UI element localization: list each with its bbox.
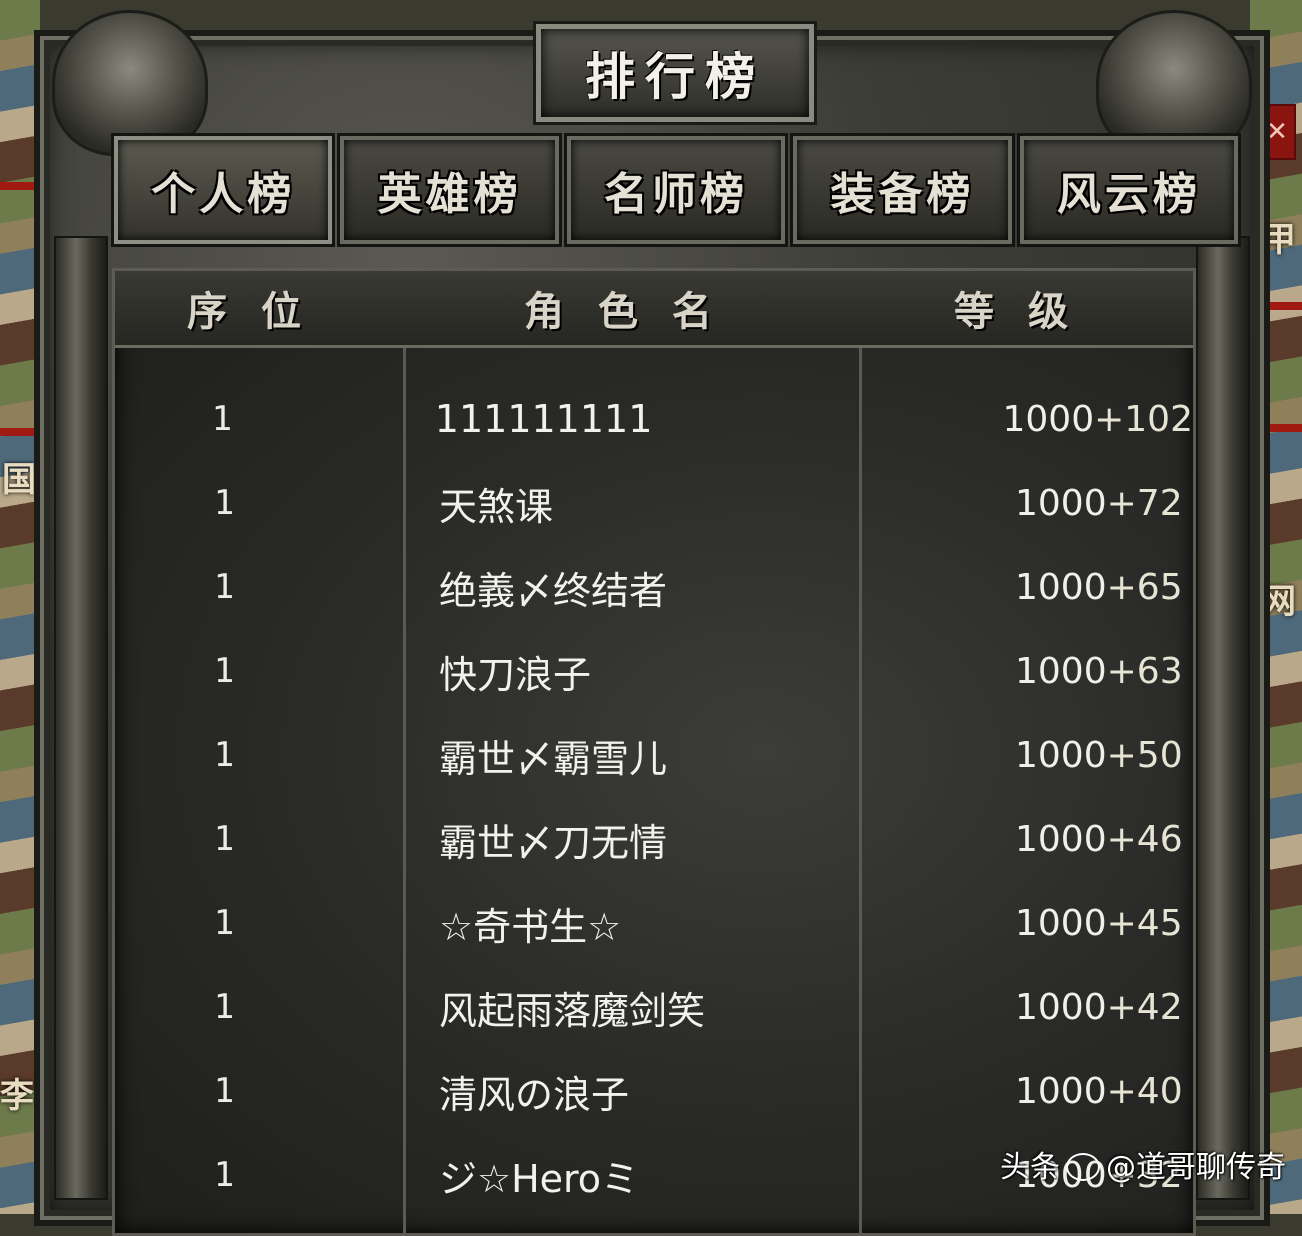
rank-cell: 1 bbox=[213, 735, 235, 775]
level-base: 1000 bbox=[1015, 734, 1107, 776]
tab-label: 风云榜 bbox=[1056, 169, 1201, 220]
rank-cell: 1 bbox=[213, 903, 235, 943]
level-cell: 1000+72 bbox=[869, 483, 1193, 524]
tab-equipment[interactable]: 装备榜 bbox=[790, 133, 1015, 247]
name-cell: 快刀浪子 bbox=[439, 652, 592, 697]
level-cell: 1000+40 bbox=[869, 1071, 1193, 1112]
table-row[interactable]: 1 霸世〆刀无情 1000+46 bbox=[115, 797, 1193, 881]
name-cell: 风起雨落魔剑笑 bbox=[439, 988, 706, 1033]
table-row[interactable]: 1 ☆奇书生☆ 1000+45 bbox=[115, 881, 1193, 965]
level-cell: 1000+46 bbox=[869, 819, 1193, 860]
name-cell: 天煞课 bbox=[439, 484, 554, 529]
table-row[interactable]: 1 霸世〆霸雪儿 1000+50 bbox=[115, 713, 1193, 797]
level-base: 1000 bbox=[1002, 398, 1095, 440]
level-bonus: +42 bbox=[1106, 986, 1183, 1028]
tab-fengyun[interactable]: 风云榜 bbox=[1016, 133, 1242, 247]
level-bonus: +45 bbox=[1106, 902, 1183, 944]
name-cell: 霸世〆刀无情 bbox=[439, 820, 668, 865]
title-plate: 排行榜 bbox=[533, 21, 817, 125]
header-rank[interactable]: 序位 bbox=[115, 271, 407, 345]
name-cell: 清风の浪子 bbox=[439, 1072, 630, 1117]
tab-label: 个人榜 bbox=[151, 169, 296, 220]
wechat-icon bbox=[1066, 1153, 1100, 1181]
level-bonus: +72 bbox=[1106, 482, 1183, 524]
table-row[interactable]: 1 清风の浪子 1000+40 bbox=[115, 1049, 1193, 1133]
name-cell: ☆奇书生☆ bbox=[439, 904, 622, 949]
table-row[interactable]: 1 绝義〆终结者 1000+65 bbox=[115, 545, 1193, 629]
table-row[interactable]: 1 天煞课 1000+72 bbox=[115, 461, 1193, 545]
level-bonus: +102 bbox=[1094, 398, 1193, 440]
level-base: 1000 bbox=[1015, 818, 1107, 860]
tab-label: 装备榜 bbox=[830, 169, 975, 220]
level-bonus: +63 bbox=[1106, 650, 1183, 692]
rank-cell: 1 bbox=[211, 399, 233, 439]
level-cell: 1000+65 bbox=[869, 567, 1193, 608]
tab-personal[interactable]: 个人榜 bbox=[110, 133, 336, 247]
leaderboard-window: 排行榜 个人榜 英雄榜 名师榜 装备榜 风云榜 序位 角色名 等级 1 1111… bbox=[34, 10, 1270, 1236]
side-label-left-mid: 国 bbox=[2, 460, 36, 500]
watermark-handle: @道哥聊传奇 bbox=[1106, 1150, 1286, 1185]
side-label-left-bottom: 李 bbox=[0, 1076, 34, 1116]
level-cell: 1000+63 bbox=[869, 651, 1193, 692]
left-pillar-ornament bbox=[54, 236, 108, 1200]
dragon-ornament-icon bbox=[52, 10, 208, 156]
table-row[interactable]: 1 111111111 1000+102 bbox=[115, 377, 1193, 461]
level-base: 1000 bbox=[1015, 566, 1107, 608]
level-bonus: +50 bbox=[1106, 734, 1183, 776]
watermark: 头条 @道哥聊传奇 bbox=[1000, 1142, 1286, 1186]
level-base: 1000 bbox=[1015, 650, 1107, 692]
tab-master[interactable]: 名师榜 bbox=[563, 133, 789, 247]
level-bonus: +65 bbox=[1106, 566, 1183, 608]
window-title: 排行榜 bbox=[585, 47, 765, 106]
name-cell: 霸世〆霸雪儿 bbox=[439, 736, 668, 781]
tab-label: 英雄榜 bbox=[377, 169, 522, 220]
rank-cell: 1 bbox=[213, 1155, 235, 1195]
rank-cell: 1 bbox=[213, 567, 235, 607]
level-bonus: +46 bbox=[1106, 818, 1183, 860]
header-level[interactable]: 等级 bbox=[863, 271, 1193, 345]
name-cell: 绝義〆终结者 bbox=[439, 568, 668, 613]
tab-bar: 个人榜 英雄榜 名师榜 装备榜 风云榜 bbox=[110, 133, 1242, 247]
table-row[interactable]: 1 风起雨落魔剑笑 1000+42 bbox=[115, 965, 1193, 1049]
level-base: 1000 bbox=[1015, 902, 1107, 944]
rank-cell: 1 bbox=[213, 1071, 235, 1111]
name-cell: ジ☆Heroミ bbox=[439, 1156, 640, 1201]
rank-cell: 1 bbox=[213, 987, 235, 1027]
level-cell: 1000+45 bbox=[869, 903, 1193, 944]
level-cell: 1000+42 bbox=[869, 987, 1193, 1028]
level-cell: 1000+50 bbox=[869, 735, 1193, 776]
level-cell: 1000+102 bbox=[856, 399, 1193, 440]
dragon-ornament-icon bbox=[1096, 10, 1252, 156]
watermark-source: 头条 bbox=[1000, 1150, 1060, 1185]
right-pillar-ornament bbox=[1196, 236, 1250, 1200]
level-base: 1000 bbox=[1015, 1070, 1107, 1112]
table-header: 序位 角色名 等级 bbox=[115, 271, 1193, 348]
ranking-table: 序位 角色名 等级 1 111111111 1000+102 1 天煞课 100… bbox=[112, 268, 1196, 1236]
tab-hero[interactable]: 英雄榜 bbox=[337, 133, 562, 247]
level-base: 1000 bbox=[1015, 482, 1107, 524]
level-bonus: +40 bbox=[1106, 1070, 1183, 1112]
table-row[interactable]: 1 快刀浪子 1000+63 bbox=[115, 629, 1193, 713]
rank-cell: 1 bbox=[213, 651, 235, 691]
name-cell: 111111111 bbox=[434, 397, 653, 441]
level-base: 1000 bbox=[1015, 986, 1107, 1028]
tab-label: 名师榜 bbox=[604, 169, 749, 220]
table-body: 1 111111111 1000+102 1 天煞课 1000+72 1 绝義〆… bbox=[115, 377, 1193, 1217]
rank-cell: 1 bbox=[213, 483, 235, 523]
header-name[interactable]: 角色名 bbox=[407, 271, 863, 345]
rank-cell: 1 bbox=[213, 819, 235, 859]
